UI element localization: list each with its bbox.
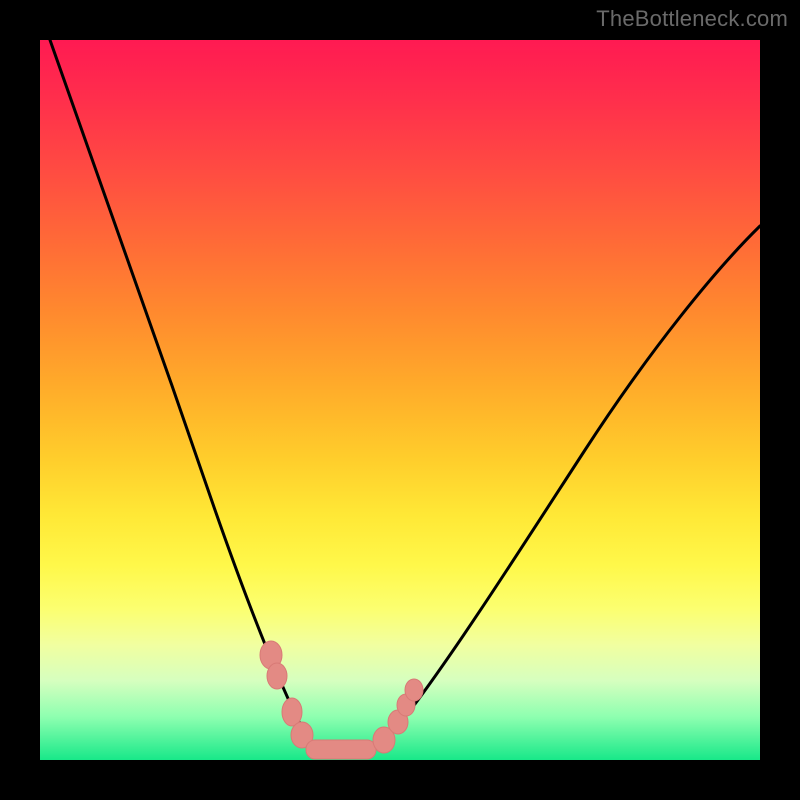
bottleneck-curve bbox=[50, 40, 760, 758]
chart-frame: TheBottleneck.com bbox=[0, 0, 800, 800]
highlight-band bbox=[260, 641, 423, 759]
curve-overlay bbox=[40, 40, 760, 760]
plot-area bbox=[40, 40, 760, 760]
watermark-text: TheBottleneck.com bbox=[596, 6, 788, 32]
